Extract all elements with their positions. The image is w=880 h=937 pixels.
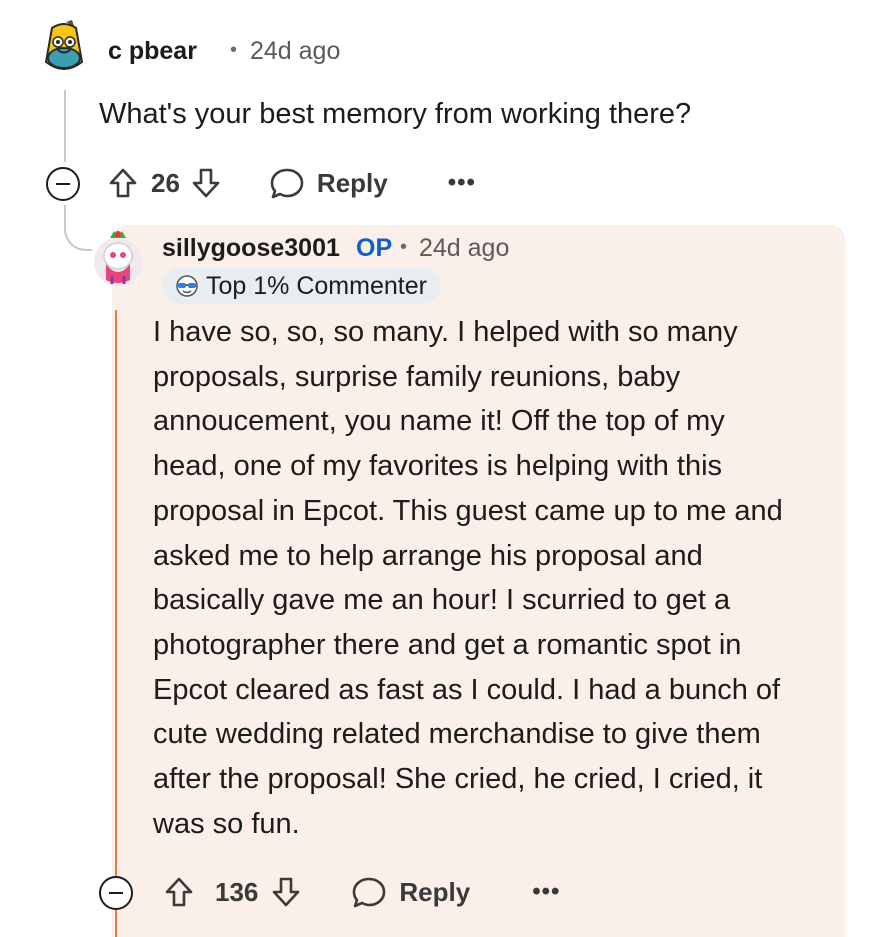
reply-username[interactable]: sillygoose3001	[162, 234, 340, 263]
minus-icon	[109, 891, 123, 895]
parent-timestamp: 24d ago	[250, 37, 341, 65]
parent-body: What's your best memory from working the…	[99, 98, 692, 130]
downvote-arrow-icon	[273, 877, 300, 907]
parent-reply-button[interactable]: Reply	[269, 166, 388, 200]
reply-separator: •	[400, 236, 408, 258]
snoo-avatar-icon	[94, 231, 142, 286]
parent-more-options-button[interactable]: •••	[448, 169, 476, 197]
reply-collapse-button[interactable]	[99, 876, 133, 910]
op-badge: OP	[356, 234, 393, 262]
reply-reply-button[interactable]: Reply	[351, 875, 470, 909]
thread-line-parent	[64, 90, 66, 162]
reply-body-line: basically gave me an hour! I scurried to…	[153, 584, 731, 617]
user-flair-text: Top 1% Commenter	[206, 271, 427, 300]
reply-body-line: annoucement, you name it! Off the top of…	[153, 405, 725, 438]
thread-connector	[64, 205, 92, 251]
speech-bubble-icon	[353, 877, 386, 908]
reply-action-bar: 136 Reply •••	[164, 870, 560, 914]
reply-body-line: after the proposal! She cried, he cried,…	[153, 763, 763, 796]
reply-body-line: asked me to help arrange his proposal an…	[153, 539, 703, 572]
parent-username[interactable]: c pbear	[108, 37, 197, 66]
reply-body-line: was so fun.	[153, 807, 300, 840]
parent-vote-count: 26	[151, 167, 180, 198]
reply-vote-count: 136	[215, 876, 259, 907]
parent-collapse-button[interactable]	[46, 167, 80, 201]
upvote-arrow-icon	[109, 168, 137, 198]
downvote-arrow-icon	[192, 168, 220, 198]
downvote-button[interactable]	[191, 167, 221, 199]
upvote-arrow-icon	[165, 877, 193, 907]
minus-icon	[56, 182, 70, 186]
parent-reply-label: Reply	[316, 167, 388, 198]
reply-timestamp: 24d ago	[419, 234, 510, 262]
reply-body-line: proposals, surprise family reunions, bab…	[153, 360, 681, 393]
reply-body-line: head, one of my favorites is helping wit…	[153, 450, 723, 483]
reply-body-line: Epcot cleared as fast as I could. I had …	[153, 673, 781, 706]
upvote-button[interactable]	[164, 876, 194, 908]
reply-body-line: I have so, so, so many. I helped with so…	[153, 316, 738, 348]
downvote-button[interactable]	[271, 876, 301, 908]
reply-reply-label: Reply	[399, 876, 471, 907]
parent-separator: •	[230, 39, 238, 61]
reply-more-options-button[interactable]: •••	[532, 878, 560, 906]
user-flair-badge: Top 1% Commenter	[162, 268, 441, 304]
parent-action-bar: 26 Reply •••	[108, 161, 476, 205]
upvote-button[interactable]	[108, 167, 138, 199]
reply-highlight-bar	[115, 310, 117, 937]
reply-body-line: cute wedding related merchandise to give…	[153, 718, 761, 751]
speech-bubble-icon	[270, 168, 304, 199]
reply-body: I have so, so, so many. I helped with so…	[153, 310, 783, 846]
banana-avatar-icon	[44, 20, 84, 70]
reply-body-line: photographer there and get a romantic sp…	[153, 628, 742, 661]
sunglasses-icon	[176, 275, 198, 297]
parent-avatar[interactable]	[38, 18, 90, 76]
reply-avatar[interactable]	[92, 228, 144, 288]
reply-body-line: proposal in Epcot. This guest came up to…	[153, 494, 783, 527]
